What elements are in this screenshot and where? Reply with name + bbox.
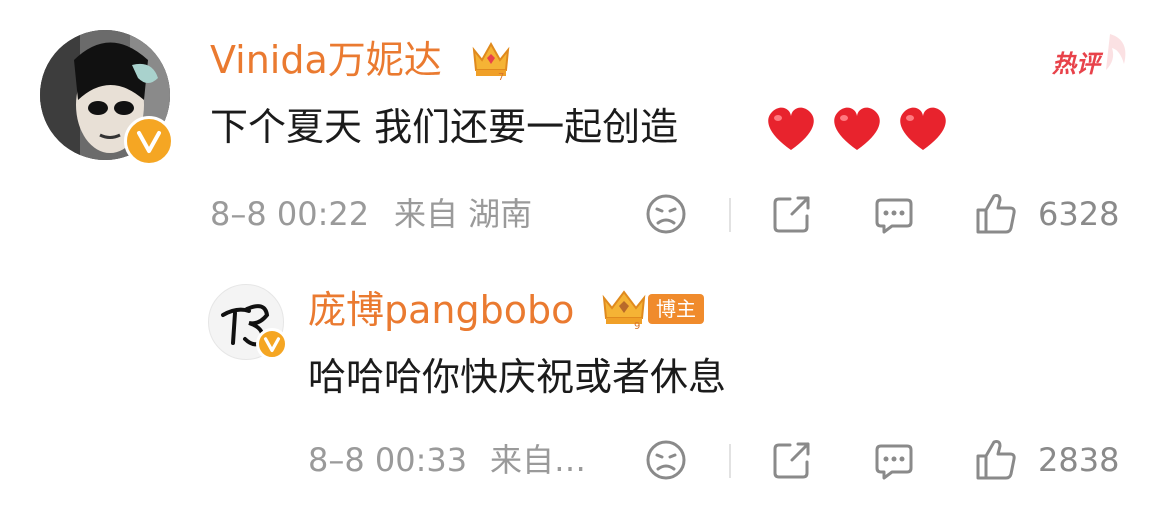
divider [729, 444, 731, 478]
reply-username[interactable]: 庞博pangbobo [308, 288, 574, 332]
like-count: 2838 [1038, 441, 1120, 479]
hot-comment-badge: 热评 [1050, 30, 1136, 86]
share-icon [773, 442, 810, 479]
share-icon [773, 196, 810, 233]
like-count: 6328 [1038, 195, 1120, 233]
verified-icon [256, 328, 288, 360]
dislike-face-icon [646, 440, 686, 480]
author-badge: 博主 [648, 294, 704, 324]
heart-icon [834, 107, 880, 150]
verified-icon [124, 116, 174, 166]
svg-text:7: 7 [498, 72, 504, 82]
reply-time: 8–8 00:33 [308, 441, 468, 479]
username[interactable]: Vinida万妮达 [210, 38, 442, 82]
share-button[interactable] [770, 192, 814, 236]
reply-text: 哈哈哈你快庆祝或者休息 [308, 355, 727, 399]
like-button[interactable]: 2838 [974, 436, 1134, 484]
comment-icon [875, 198, 913, 234]
dislike-face-icon [646, 194, 686, 234]
heart-icon [900, 107, 946, 150]
dislike-button[interactable] [644, 438, 688, 482]
comment-text-body: 下个夏天 我们还要一起创造 [210, 105, 679, 149]
comment-icon [875, 444, 913, 480]
crown-icon: 7 [468, 36, 514, 83]
comment-button[interactable] [872, 438, 916, 482]
comment-item: Vinida万妮达 7 热评 下个夏天 我们还要一起创造 8–8 00:22 来… [0, 0, 1170, 260]
like-thumb-icon [976, 194, 1016, 234]
like-button[interactable]: 6328 [974, 190, 1134, 238]
reply-location: 来自… [490, 441, 587, 479]
comment-location: 来自 湖南 [394, 195, 533, 233]
heart-emojis: ❤️❤️❤️ [764, 102, 954, 154]
svg-text:9: 9 [634, 321, 640, 330]
comment-time: 8–8 00:22 [210, 195, 370, 233]
reply-item: 庞博pangbobo 9 博主 哈哈哈你快庆祝或者休息 8–8 00:33 来自… [0, 270, 1170, 510]
crown-icon: 9 [600, 286, 648, 332]
like-thumb-icon [976, 440, 1016, 480]
share-button[interactable] [770, 438, 814, 482]
comment-button[interactable] [872, 192, 916, 236]
heart-icon [768, 107, 814, 150]
divider [729, 198, 731, 232]
dislike-button[interactable] [644, 192, 688, 236]
comment-text: 下个夏天 我们还要一起创造 [210, 104, 678, 150]
